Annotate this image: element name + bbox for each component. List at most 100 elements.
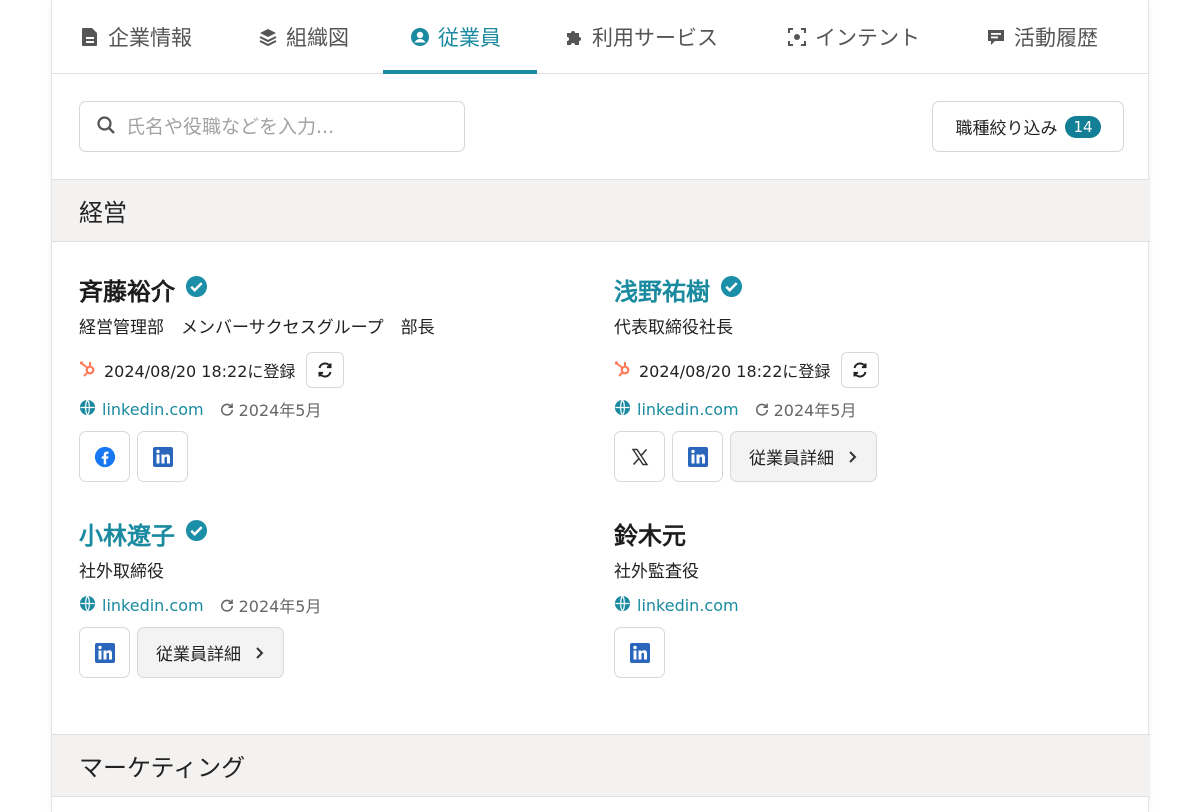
linkedin-link[interactable]: linkedin.com [102, 596, 204, 615]
section-header-marketing: マーケティング [52, 734, 1150, 797]
employee-detail-button[interactable]: 従業員詳細 [730, 431, 877, 482]
facebook-button[interactable] [79, 431, 130, 482]
job-filter-button[interactable]: 職種絞り込み 14 [932, 101, 1124, 152]
linkedin-link[interactable]: linkedin.com [637, 596, 739, 615]
registration-row: 2024/08/20 18:22に登録 [79, 352, 579, 388]
update-date-text: 2024年5月 [773, 401, 857, 420]
section-title: 経営 [79, 199, 127, 227]
hubspot-icon [79, 359, 97, 381]
employee-name-row: 斉藤裕介 [79, 272, 579, 306]
sync-button[interactable] [841, 352, 880, 388]
employee-detail-label: 従業員詳細 [749, 449, 834, 469]
update-date: 2024年5月 [220, 397, 322, 421]
user-circle-icon [410, 27, 430, 47]
social-buttons [614, 627, 1114, 679]
tab-activity[interactable]: 活動履歴 [986, 0, 1098, 74]
tab-label: 従業員 [438, 26, 501, 50]
linkedin-icon [94, 642, 115, 663]
employee-card: 小林遼子 社外取締役 linkedin.com 2024年5月 従業員詳細 [79, 516, 579, 679]
refresh-icon [220, 599, 233, 612]
verified-icon [185, 275, 208, 304]
tab-label: 企業情報 [108, 26, 192, 50]
comment-icon [986, 27, 1006, 47]
tab-label: 利用サービス [592, 26, 718, 50]
linkedin-button[interactable] [79, 627, 130, 678]
links-row: linkedin.com 2024年5月 [79, 593, 579, 617]
active-tab-indicator [383, 70, 537, 74]
x-twitter-button[interactable] [614, 431, 665, 482]
employee-title: 代表取締役社長 [614, 318, 733, 338]
search-input[interactable] [126, 115, 446, 138]
globe-icon [79, 399, 96, 420]
links-row: linkedin.com 2024年5月 [614, 397, 1114, 421]
links-row: linkedin.com [614, 593, 1114, 617]
tab-bar: 企業情報 組織図 従業員 利用サービス インテント 活動履歴 [52, 0, 1150, 74]
linkedin-button[interactable] [137, 431, 188, 482]
employee-detail-label: 従業員詳細 [156, 645, 241, 665]
section-header-management: 経営 [52, 179, 1150, 242]
linkedin-icon [629, 642, 650, 663]
registration-row: 2024/08/20 18:22に登録 [614, 352, 1114, 388]
tab-intent[interactable]: インテント [787, 0, 920, 74]
linkedin-link[interactable]: linkedin.com [102, 400, 204, 419]
links-row: linkedin.com 2024年5月 [79, 397, 579, 421]
registration-text: 2024/08/20 18:22に登録 [104, 362, 296, 381]
employee-name[interactable]: 小林遼子 [79, 516, 175, 551]
linkedin-link[interactable]: linkedin.com [637, 400, 739, 419]
linkedin-icon [687, 446, 708, 467]
employee-name: 斉藤裕介 [79, 277, 175, 306]
update-date: 2024年5月 [220, 593, 322, 617]
filter-count-badge: 14 [1065, 115, 1101, 138]
employee-title: 社外監査役 [614, 562, 699, 582]
tab-employees[interactable]: 従業員 [410, 0, 501, 74]
focus-icon [787, 27, 807, 47]
employee-card: 鈴木元 社外監査役 linkedin.com [614, 516, 1114, 679]
employee-name[interactable]: 浅野祐樹 [614, 272, 710, 307]
employee-title: 社外取締役 [79, 562, 164, 582]
company-detail-panel: 企業情報 組織図 従業員 利用サービス インテント 活動履歴 氏名や役職などを入… [51, 0, 1150, 812]
employee-name-row: 小林遼子 [79, 516, 579, 550]
hubspot-icon [614, 359, 632, 381]
update-date: 2024年5月 [755, 397, 857, 421]
linkedin-icon [152, 446, 173, 467]
search-box[interactable] [79, 101, 465, 152]
facebook-icon [94, 446, 115, 467]
refresh-icon [220, 403, 233, 416]
tab-label: 組織図 [286, 26, 349, 50]
puzzle-icon [564, 27, 584, 47]
employee-card: 斉藤裕介 経営管理部 メンバーサクセスグループ 部長 2024/08/20 18… [79, 272, 579, 483]
social-buttons: 従業員詳細 [79, 627, 579, 679]
tab-label: インテント [815, 26, 920, 50]
social-buttons: 従業員詳細 [614, 431, 1114, 483]
social-buttons [79, 431, 579, 483]
x-icon [631, 448, 648, 465]
chevron-right-icon [849, 450, 857, 463]
sync-icon [318, 362, 332, 378]
tab-services[interactable]: 利用サービス [564, 0, 718, 74]
employee-name-row: 鈴木元 [614, 516, 1114, 550]
employee-title: 経営管理部 メンバーサクセスグループ 部長 [79, 318, 435, 338]
registration-text: 2024/08/20 18:22に登録 [639, 362, 831, 381]
chevron-right-icon [256, 646, 264, 659]
update-date-text: 2024年5月 [238, 401, 322, 420]
globe-icon [614, 595, 631, 616]
layers-icon [258, 27, 278, 47]
tab-label: 活動履歴 [1014, 26, 1098, 50]
sync-button[interactable] [306, 352, 345, 388]
linkedin-button[interactable] [614, 627, 665, 678]
refresh-icon [755, 403, 768, 416]
globe-icon [614, 399, 631, 420]
section-title: マーケティング [79, 754, 246, 782]
tab-company-info[interactable]: 企業情報 [80, 0, 192, 74]
linkedin-button[interactable] [672, 431, 723, 482]
employee-name: 鈴木元 [614, 521, 686, 550]
employee-detail-button[interactable]: 従業員詳細 [137, 627, 284, 678]
update-date-text: 2024年5月 [238, 597, 322, 616]
verified-icon [185, 519, 208, 548]
tab-org-chart[interactable]: 組織図 [258, 0, 349, 74]
globe-icon [79, 595, 96, 616]
job-filter-label: 職種絞り込み [955, 119, 1058, 139]
search-icon [96, 115, 116, 139]
verified-icon [720, 275, 743, 304]
employee-name-row: 浅野祐樹 [614, 272, 1114, 306]
